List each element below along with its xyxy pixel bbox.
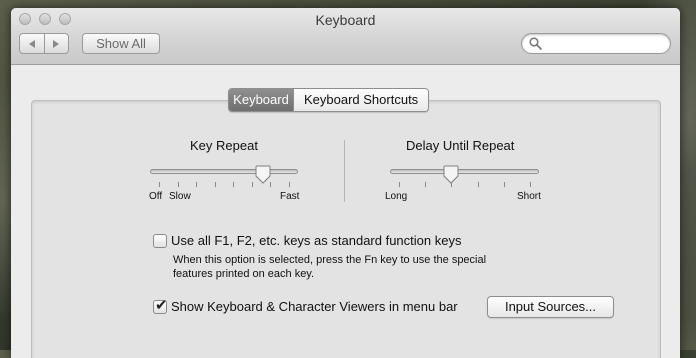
navigation-buttons (19, 33, 69, 54)
function-keys-label[interactable]: Use all F1, F2, etc. keys as standard fu… (171, 233, 461, 248)
search-icon (529, 37, 542, 50)
key-repeat-title: Key Repeat (190, 138, 258, 153)
window-toolbar: Keyboard Show All (11, 8, 680, 65)
delay-until-repeat-tick (425, 182, 427, 187)
checkmark-icon: ✔ (155, 297, 168, 314)
key-repeat-slow-label: Slow (169, 191, 191, 202)
function-keys-description-line2: features printed on each key. (173, 268, 315, 280)
key-repeat-fast-label: Fast (280, 191, 300, 202)
delay-until-repeat-tick (451, 182, 453, 187)
forward-button[interactable] (43, 34, 69, 53)
key-repeat-tick (159, 182, 160, 187)
delay-long-label: Long (385, 191, 408, 202)
show-all-button[interactable]: Show All (82, 33, 160, 54)
input-sources-button[interactable]: Input Sources... (487, 296, 614, 318)
tab-bar: Keyboard Keyboard Shortcuts (228, 88, 430, 112)
tab-keyboard-shortcuts[interactable]: Keyboard Shortcuts (293, 89, 429, 111)
key-repeat-tick (289, 182, 290, 187)
key-repeat-slider-thumb[interactable] (254, 165, 272, 185)
show-viewers-checkbox[interactable]: ✔ (153, 297, 168, 314)
key-repeat-tick (270, 182, 272, 187)
function-keys-description-line1: When this option is selected, press the … (173, 254, 487, 266)
key-repeat-tick (196, 182, 198, 187)
delay-short-label: Short (517, 191, 541, 202)
search-field[interactable] (521, 33, 671, 54)
key-repeat-tick (177, 182, 179, 187)
back-button[interactable] (20, 34, 44, 53)
delay-until-repeat-slider-track[interactable] (390, 169, 539, 174)
chevron-left-icon (28, 39, 35, 48)
delay-until-repeat-tick (477, 182, 479, 187)
chevron-right-icon (53, 39, 60, 48)
delay-until-repeat-tick (530, 182, 531, 187)
delay-until-repeat-tick (399, 182, 400, 187)
delay-until-repeat-title: Delay Until Repeat (406, 138, 515, 153)
key-repeat-off-label: Off (149, 191, 163, 202)
slider-divider (344, 140, 345, 202)
delay-until-repeat-tick (503, 182, 505, 187)
settings-panel (31, 100, 661, 358)
function-keys-checkbox[interactable] (153, 234, 167, 248)
key-repeat-tick (251, 182, 253, 187)
key-repeat-tick (214, 182, 216, 187)
window-title: Keyboard (315, 12, 376, 28)
preferences-window: Keyboard Show All Keyboard Keyboard Shor… (11, 8, 680, 358)
key-repeat-slider-track[interactable] (150, 169, 298, 174)
key-repeat-tick (233, 182, 235, 187)
tab-keyboard[interactable]: Keyboard (229, 89, 293, 111)
show-viewers-label[interactable]: Show Keyboard & Character Viewers in men… (171, 299, 458, 314)
search-input[interactable] (546, 36, 664, 51)
